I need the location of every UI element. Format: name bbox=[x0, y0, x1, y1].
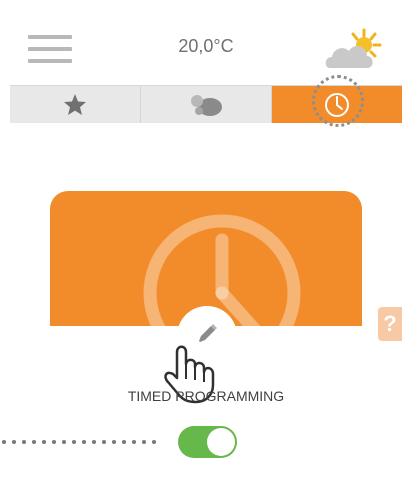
star-icon bbox=[64, 94, 86, 115]
tab-favorites[interactable] bbox=[10, 86, 141, 123]
program-title: TIMED PROGRAMMING bbox=[127, 388, 285, 404]
hamburger-menu-icon[interactable] bbox=[28, 35, 72, 63]
scenes-icon bbox=[191, 94, 222, 116]
temperature-readout: 20,0°C bbox=[178, 36, 234, 56]
highlight-ring bbox=[312, 75, 364, 127]
tab-bar bbox=[10, 75, 402, 127]
app-screen: 20,0°C TIMED PROGRAMMING ? bbox=[2, 10, 402, 501]
help-tab[interactable]: ? bbox=[378, 307, 402, 341]
program-enabled-toggle[interactable] bbox=[178, 426, 237, 458]
dotted-pointer-line bbox=[2, 440, 156, 444]
partly-cloudy-sun-icon[interactable] bbox=[322, 26, 386, 74]
toggle-knob bbox=[207, 428, 235, 456]
tab-scenes[interactable] bbox=[141, 86, 272, 123]
tab-timer[interactable] bbox=[272, 75, 402, 127]
